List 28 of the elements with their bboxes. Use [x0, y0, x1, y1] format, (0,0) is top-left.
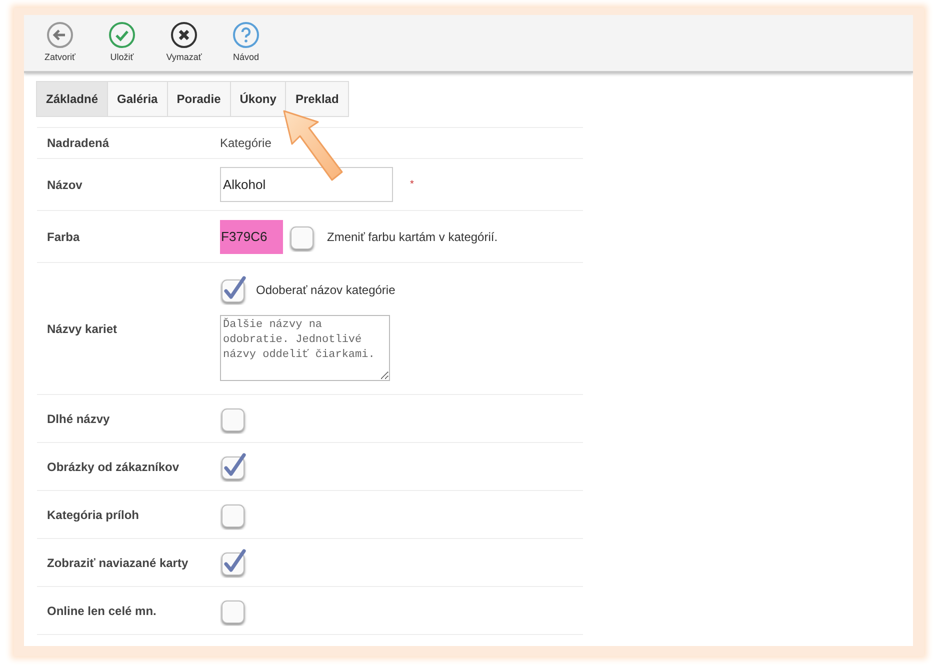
toolbar-button[interactable]: Vymazať — [158, 21, 210, 71]
input-field[interactable]: Alkohol — [220, 167, 393, 202]
toolbar-button[interactable]: Uložiť — [96, 21, 148, 71]
field-label: Dlhé názvy — [47, 412, 111, 426]
names-textarea[interactable]: Ďalšie názvy na odobratie. Jednotlivé názvy oddeliť čiarkami. — [220, 314, 390, 380]
field-label: Názov — [47, 178, 84, 192]
field-label: Farba — [47, 230, 81, 244]
checkmark-icon — [108, 21, 136, 49]
tab[interactable]: Galéria — [107, 81, 168, 117]
field-label: Nadradená — [47, 136, 110, 150]
field-value: Kategórie — [220, 136, 272, 150]
field-label: Kategória príloh — [47, 508, 140, 522]
field-label: Názvy kariet — [47, 322, 118, 336]
field-label: Obrázky od zákazníkov — [47, 460, 180, 474]
checkbox-label: Zmeniť farbu kartám v kategórií. — [327, 230, 498, 244]
field-label: Zobraziť naviazané karty — [47, 556, 190, 570]
tab[interactable]: Základné — [36, 81, 108, 117]
tab[interactable]: Poradie — [166, 81, 231, 117]
toolbar-button[interactable]: Zatvoriť — [34, 21, 86, 71]
close-icon — [170, 21, 198, 49]
toolbar-button[interactable]: Návod — [220, 21, 272, 71]
checkbox-label: Odoberať názov kategórie — [256, 282, 396, 296]
field-label: Online len celé mn. — [47, 604, 158, 618]
tab[interactable]: Preklad — [285, 81, 349, 117]
color-field[interactable]: F379C6 — [220, 220, 283, 254]
help-icon — [232, 21, 260, 49]
required-mark: * — [410, 179, 414, 190]
tab[interactable]: Úkony — [230, 81, 286, 117]
